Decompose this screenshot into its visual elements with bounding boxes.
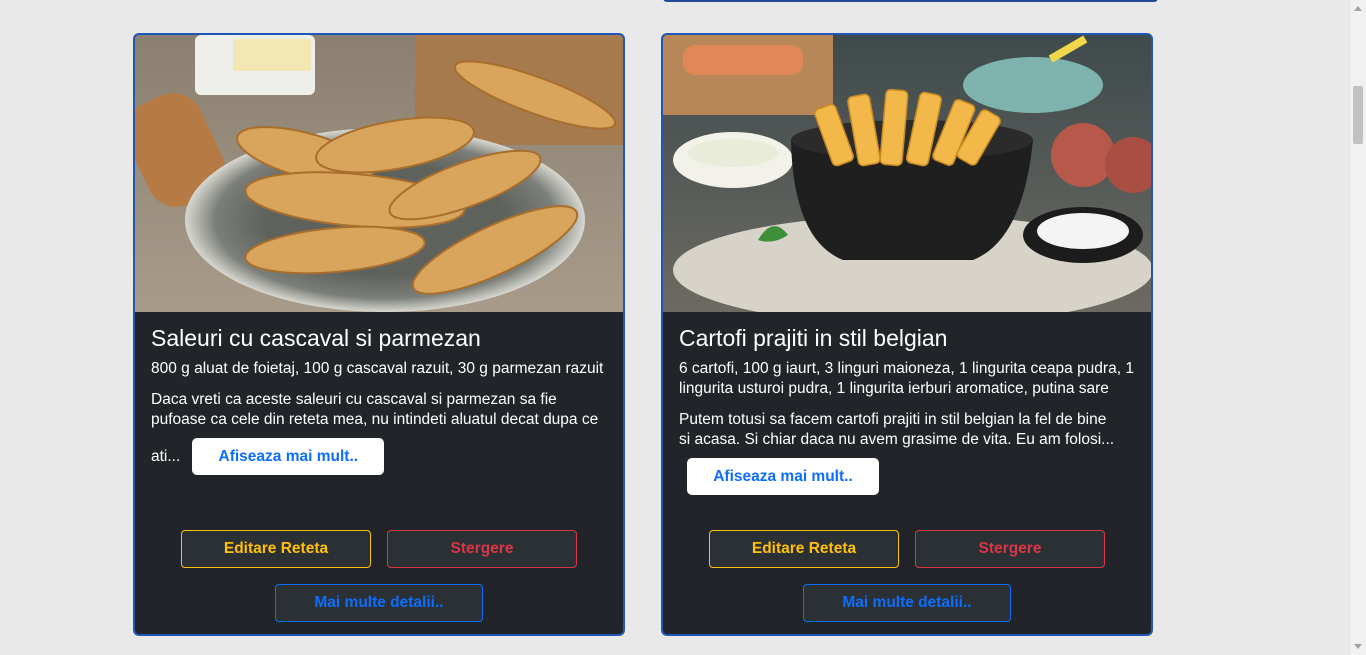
show-more-button[interactable]: Afiseaza mai mult.. xyxy=(687,458,879,495)
description-tail: Afiseaza mai mult.. xyxy=(687,458,1137,495)
recipe-title: Cartofi prajiti in stil belgian xyxy=(679,325,948,351)
description-line: pufoase ca cele din reteta mea, nu intin… xyxy=(151,411,599,428)
page: Saleuri cu cascaval si parmezan 800 g al… xyxy=(0,0,1366,655)
more-details-button[interactable]: Mai multe detalii.. xyxy=(803,584,1011,622)
scroll-down-arrow-icon[interactable] xyxy=(1354,644,1362,649)
show-more-button[interactable]: Afiseaza mai mult.. xyxy=(192,438,385,475)
details-wrapper: Mai multe detalii.. xyxy=(135,584,623,622)
recipe-image xyxy=(135,35,623,312)
card-actions: Editare Reteta Stergere xyxy=(663,530,1151,568)
description-line: Putem totusi sa facem cartofi prajiti in… xyxy=(679,411,1107,428)
details-wrapper: Mai multe detalii.. xyxy=(663,584,1151,622)
description-line: si acasa. Si chiar daca nu avem grasime … xyxy=(679,431,1115,448)
recipe-description: Daca vreti ca aceste saleuri cu cascaval… xyxy=(151,390,609,430)
edit-recipe-button[interactable]: Editare Reteta xyxy=(181,530,371,568)
description-tail-text: ati... xyxy=(151,447,181,465)
edit-recipe-button[interactable]: Editare Reteta xyxy=(709,530,899,568)
description-line: Daca vreti ca aceste saleuri cu cascaval… xyxy=(151,391,557,408)
recipe-ingredients: 6 cartofi, 100 g iaurt, 3 linguri maione… xyxy=(679,360,1134,397)
vertical-scrollbar[interactable] xyxy=(1349,0,1366,655)
recipe-title: Saleuri cu cascaval si parmezan xyxy=(151,325,481,351)
delete-recipe-button[interactable]: Stergere xyxy=(915,530,1105,568)
recipe-ingredients: 800 g aluat de foietaj, 100 g cascaval r… xyxy=(151,360,604,377)
scroll-up-arrow-icon[interactable] xyxy=(1354,6,1362,11)
delete-recipe-button[interactable]: Stergere xyxy=(387,530,577,568)
scroll-thumb[interactable] xyxy=(1353,86,1363,144)
recipe-card: Cartofi prajiti in stil belgian 6 cartof… xyxy=(661,33,1153,636)
previous-card-edge xyxy=(663,0,1158,2)
description-tail: ati... Afiseaza mai mult.. xyxy=(151,438,609,475)
recipe-description: Putem totusi sa facem cartofi prajiti in… xyxy=(679,410,1137,450)
card-actions: Editare Reteta Stergere xyxy=(135,530,623,568)
more-details-button[interactable]: Mai multe detalii.. xyxy=(275,584,483,622)
recipe-image xyxy=(663,35,1151,312)
recipe-card: Saleuri cu cascaval si parmezan 800 g al… xyxy=(133,33,625,636)
